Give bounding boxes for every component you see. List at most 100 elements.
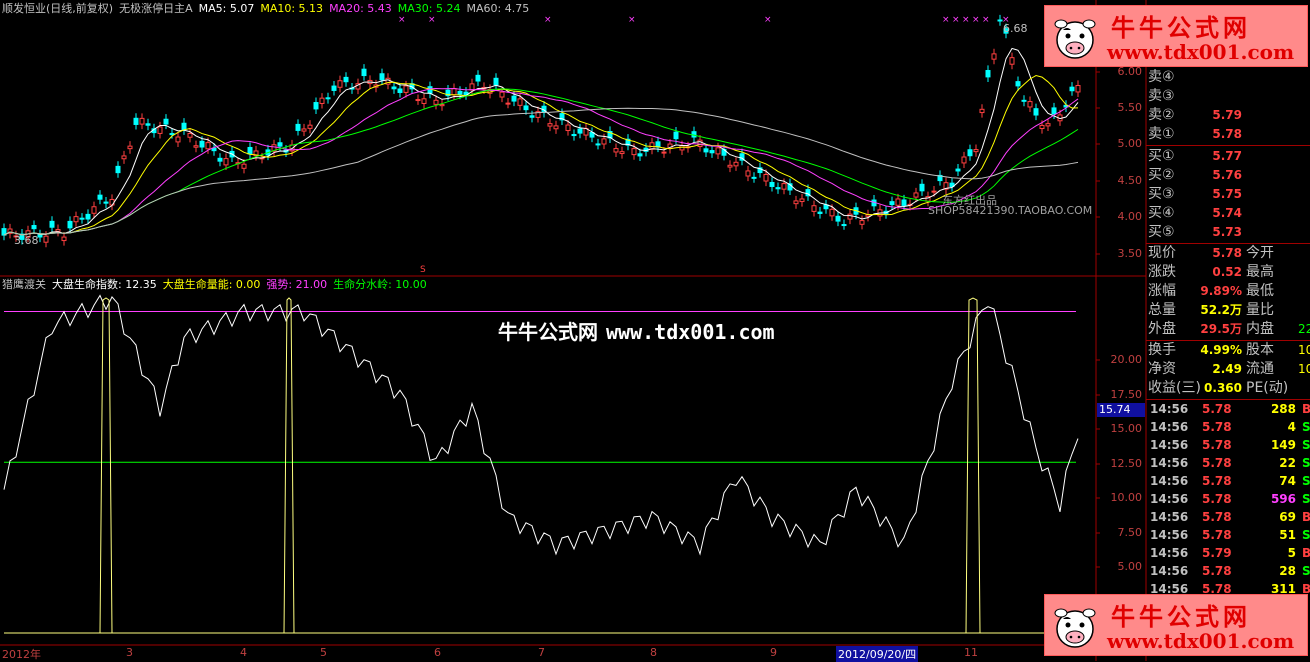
tick-row[interactable]: 14:56 5.78 74 S xyxy=(1146,472,1310,490)
indicator-axis-label: 7.50 xyxy=(1117,526,1143,539)
candle-body xyxy=(1033,108,1039,116)
candle-body xyxy=(973,149,979,153)
candle-body xyxy=(37,234,43,238)
candle-body xyxy=(91,206,97,214)
candle-body xyxy=(955,168,961,172)
candle-body xyxy=(571,134,577,137)
candle-body xyxy=(133,117,139,125)
candle-body xyxy=(1021,99,1027,102)
candle-body xyxy=(1015,81,1021,87)
candle-body xyxy=(919,183,925,192)
tick-row[interactable]: 14:56 5.79 5 B xyxy=(1146,544,1310,562)
ma10-line xyxy=(3,74,1079,236)
watermark-url: www.tdx001.com xyxy=(1107,40,1295,64)
candle-body xyxy=(847,213,853,220)
watermark-url: www.tdx001.com xyxy=(1107,629,1295,653)
tick-row[interactable]: 14:56 5.78 149 S xyxy=(1146,436,1310,454)
date-cursor-label: 2012/09/20/四 xyxy=(836,646,919,662)
ma60-line xyxy=(3,107,1079,236)
candle-body xyxy=(157,126,163,134)
tick-row[interactable]: 14:56 5.78 69 B xyxy=(1146,508,1310,526)
stat-row: 总量 52.2万 量比 xyxy=(1148,302,1274,318)
date-axis-label: 9 xyxy=(770,646,777,659)
date-axis-label: 7 xyxy=(538,646,545,659)
quote-panel: 卖④ 卖③ 卖② 5.79 卖① 5.78 买① 5.77 买② 5.76 买③ 5.75… xyxy=(1146,68,1310,661)
candle-body xyxy=(631,148,637,156)
candle-body xyxy=(913,192,919,198)
tick-row[interactable]: 14:56 5.78 28 S xyxy=(1146,562,1310,580)
tick-row[interactable]: 14:56 5.78 288 B xyxy=(1146,400,1310,418)
stat-row: 收益(三) 0.360 PE(动) xyxy=(1148,380,1289,396)
indicator-axis-label: 15.00 xyxy=(1110,422,1143,435)
ma5-value: MA5: 5.07 xyxy=(198,2,255,15)
candle-body xyxy=(277,142,283,147)
stock-title: 顺发恒业(日线,前复权) xyxy=(2,2,114,15)
candle-body xyxy=(319,97,325,104)
candle-body xyxy=(895,198,901,206)
sell-row[interactable]: 卖① 5.78 xyxy=(1146,125,1310,144)
candle-body xyxy=(403,85,409,93)
candle-body xyxy=(163,118,169,125)
sell-row[interactable]: 卖④ xyxy=(1146,68,1310,87)
candle-body xyxy=(325,97,331,100)
candle-body xyxy=(97,194,103,200)
candle-body xyxy=(43,235,49,243)
date-axis-label: 3 xyxy=(126,646,133,659)
price-axis-label: 4.50 xyxy=(1117,174,1143,187)
ma30-value: MA30: 5.24 xyxy=(397,2,461,15)
candle-body xyxy=(979,108,985,114)
buy-row[interactable]: 买① 5.77 xyxy=(1146,147,1310,166)
buy-row[interactable]: 买③ 5.75 xyxy=(1146,185,1310,204)
candle-body xyxy=(31,225,37,230)
candle-body xyxy=(223,158,229,166)
candle-body xyxy=(337,80,343,88)
signal-marker: × xyxy=(942,15,950,25)
buy-row[interactable]: 买② 5.76 xyxy=(1146,166,1310,185)
indicator-axis-label: 17.50 xyxy=(1110,388,1143,401)
date-axis-label: 11 xyxy=(964,646,978,659)
candle-body xyxy=(829,208,835,217)
ma20-line xyxy=(3,87,1079,236)
signal-marker: × xyxy=(972,15,980,25)
indicator-header: 猎鹰渡关 大盘生命指数: 12.35 大盘生命量能: 0.00 强势: 21.00 生命… xyxy=(2,278,433,292)
candle-body xyxy=(985,70,991,78)
candle-body xyxy=(679,145,685,151)
watermark-title: 牛牛公式网 xyxy=(1111,602,1251,631)
date-axis-label: 4 xyxy=(240,646,247,659)
candle-body xyxy=(835,215,841,222)
candle-body xyxy=(1051,107,1057,115)
candle-body xyxy=(391,86,397,90)
candle-body xyxy=(499,91,505,98)
tick-row[interactable]: 14:56 5.78 4 S xyxy=(1146,418,1310,436)
candle-body xyxy=(139,117,145,125)
low-price-label: 3.68 xyxy=(14,234,39,247)
candle-body xyxy=(169,133,175,136)
signal-marker: × xyxy=(962,15,970,25)
candle-body xyxy=(343,76,349,83)
candle-body xyxy=(511,95,517,102)
buy-row[interactable]: 买④ 5.74 xyxy=(1146,204,1310,223)
ma60-value: MA60: 4.75 xyxy=(466,2,530,15)
indicator-name: 无极涨停日主A xyxy=(119,2,193,15)
tick-row[interactable]: 14:56 5.78 51 S xyxy=(1146,526,1310,544)
candle-body xyxy=(709,150,715,154)
candle-body xyxy=(637,153,643,157)
event-marker: S xyxy=(420,265,426,275)
high-price-label: 6.68 xyxy=(1003,22,1028,35)
watermark-title: 牛牛公式网 xyxy=(1111,13,1251,42)
date-axis-label: 5 xyxy=(320,646,327,659)
candle-body xyxy=(751,176,757,179)
tick-row[interactable]: 14:56 5.78 596 S xyxy=(1146,490,1310,508)
sell-row[interactable]: 卖③ xyxy=(1146,87,1310,106)
indicator-axis-label: 5.00 xyxy=(1117,560,1143,573)
candle-body xyxy=(313,102,319,110)
indicator-axis-label: 12.50 xyxy=(1110,457,1143,470)
candle-body xyxy=(745,170,751,177)
candle-body xyxy=(439,104,445,107)
candle-body xyxy=(661,151,667,154)
candle-body xyxy=(967,149,973,157)
sell-row[interactable]: 卖② 5.79 xyxy=(1146,106,1310,125)
tick-row[interactable]: 14:56 5.78 22 S xyxy=(1146,454,1310,472)
center-watermark-url: www.tdx001.com xyxy=(606,320,775,344)
buy-row[interactable]: 买⑤ 5.73 xyxy=(1146,223,1310,242)
